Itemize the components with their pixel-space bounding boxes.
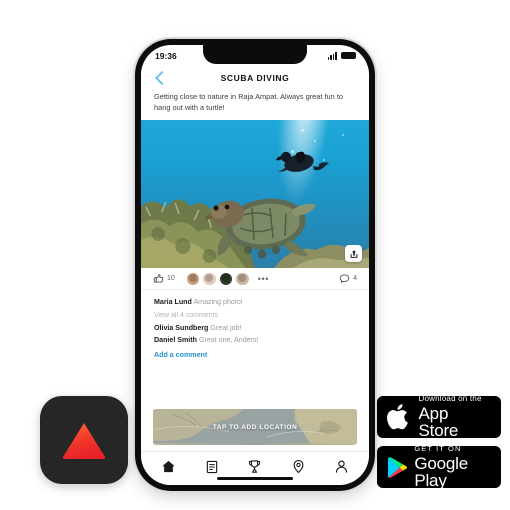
comment-author[interactable]: Olivia Sundberg: [154, 324, 208, 332]
google-play-subtitle: GET IT ON: [414, 444, 462, 454]
home-indicator: [217, 476, 293, 480]
tab-places[interactable]: [285, 456, 311, 478]
tab-profile[interactable]: [328, 456, 354, 478]
thumbs-up-icon: [153, 274, 164, 284]
add-location-label: TAP TO ADD LOCATION: [212, 423, 298, 431]
like-button[interactable]: 10: [153, 273, 175, 284]
comment-count: 4: [353, 275, 357, 283]
post-photo[interactable]: [141, 120, 369, 269]
comment-text: Great one, Anders!: [198, 335, 259, 344]
google-play-title: Google Play: [414, 453, 468, 490]
status-time: 19:36: [155, 50, 177, 61]
speech-bubble-icon: [339, 274, 350, 284]
signal-bars-icon: [327, 52, 337, 60]
app-logo[interactable]: [40, 396, 128, 484]
more-likers-button[interactable]: •••: [258, 274, 269, 284]
phone-mockup: 19:36 SCUBA DIVING Getting close to natu…: [135, 39, 375, 491]
post-actions: 10 ••• 4: [141, 268, 369, 291]
tab-bar: [141, 451, 369, 485]
comment-text: Great job!: [210, 323, 242, 332]
location-pin-icon: [293, 459, 304, 474]
app-store-title: App Store: [418, 404, 459, 440]
view-all-comments-link[interactable]: View all 4 comments: [154, 309, 356, 322]
avatar[interactable]: [218, 271, 234, 287]
comment-text: Amazing photo!: [193, 298, 243, 307]
comment-item: Olivia Sundberg Great job!: [154, 322, 356, 334]
page-title: SCUBA DIVING: [220, 72, 290, 83]
tab-trophy[interactable]: [242, 456, 268, 478]
sea-turtle: [205, 199, 317, 259]
app-store-text: Download on the App Store: [418, 394, 491, 440]
share-icon: [350, 250, 357, 258]
tab-feed[interactable]: [199, 456, 225, 478]
like-count: 10: [167, 275, 175, 283]
home-icon: [162, 460, 175, 473]
comments-section: Maria Lund Amazing photo! View all 4 com…: [141, 290, 369, 402]
comment-author[interactable]: Daniel Smith: [154, 336, 197, 344]
person-icon: [335, 460, 347, 473]
google-play-icon: [387, 456, 408, 478]
trophy-icon: [249, 460, 261, 473]
apple-icon: [387, 404, 408, 430]
liker-avatars[interactable]: [185, 271, 250, 287]
tab-home[interactable]: [156, 456, 182, 478]
google-play-text: GET IT ON Google Play: [414, 445, 491, 489]
nav-bar: SCUBA DIVING: [141, 66, 369, 89]
share-button[interactable]: [345, 245, 362, 263]
avatar[interactable]: [235, 271, 250, 287]
comment-author[interactable]: Maria Lund: [154, 298, 192, 306]
phone-screen: 19:36 SCUBA DIVING Getting close to natu…: [141, 45, 369, 485]
list-icon: [206, 460, 218, 473]
avatar[interactable]: [185, 271, 201, 287]
add-comment-link[interactable]: Add a comment: [154, 351, 356, 359]
comment-button[interactable]: 4: [339, 273, 357, 284]
avatar[interactable]: [202, 271, 217, 287]
status-icons: [327, 52, 356, 60]
app-store-subtitle: Download on the: [418, 394, 482, 403]
comment-item: Daniel Smith Great one, Anders!: [154, 334, 356, 346]
status-bar: 19:36: [141, 45, 369, 66]
comment-item: Maria Lund Amazing photo!: [154, 296, 356, 308]
app-store-badge[interactable]: Download on the App Store: [377, 394, 501, 440]
google-play-badge[interactable]: GET IT ON Google Play: [377, 445, 501, 489]
battery-icon: [341, 52, 356, 59]
add-location-card[interactable]: TAP TO ADD LOCATION: [153, 409, 357, 445]
triangle-icon: [62, 423, 106, 459]
poster-canvas: 19:36 SCUBA DIVING Getting close to natu…: [0, 0, 510, 510]
post-caption: Getting close to nature in Raja Ampat. A…: [141, 89, 369, 121]
location-card-wrapper: TAP TO ADD LOCATION: [141, 402, 369, 451]
